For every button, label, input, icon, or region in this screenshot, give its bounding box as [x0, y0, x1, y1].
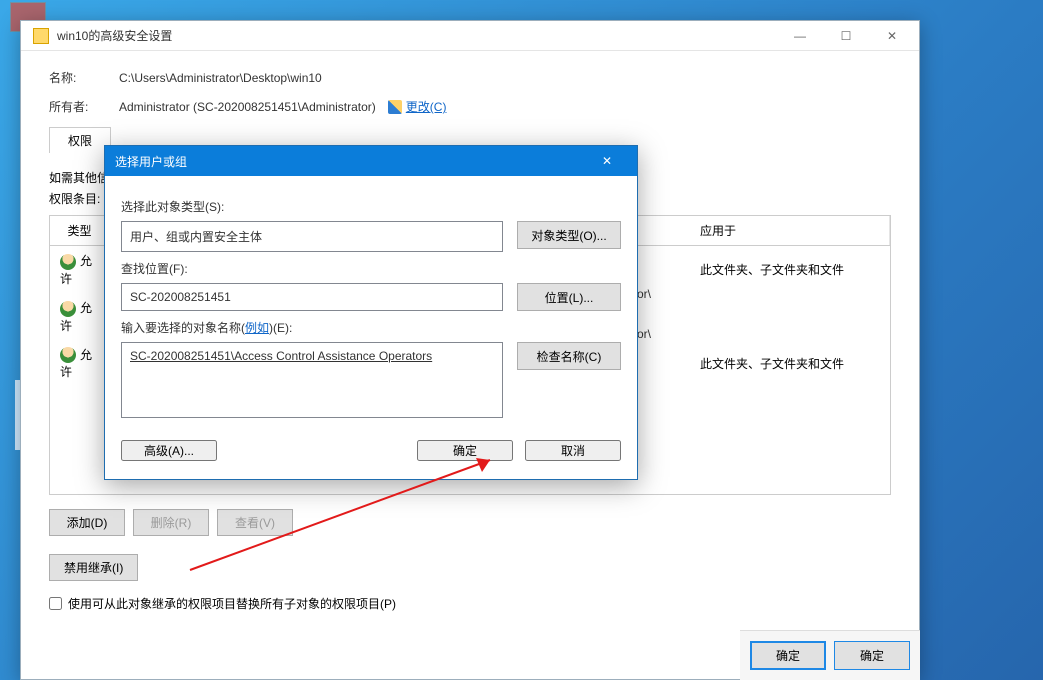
ok-button[interactable]: 确定: [750, 641, 826, 670]
object-names-label: 输入要选择的对象名称(例如)(E):: [121, 319, 621, 336]
user-icon: [60, 254, 76, 270]
owner-label: 所有者:: [49, 98, 119, 115]
perm-applyto: 此文件夹、子文件夹和文件: [690, 353, 890, 374]
replace-children-label: 使用可从此对象继承的权限项目替换所有子对象的权限项目(P): [68, 595, 396, 612]
window-title: win10的高级安全设置: [57, 27, 172, 44]
dialog-titlebar[interactable]: 选择用户或组 ✕: [105, 146, 637, 176]
window-footer: 确定 确定: [740, 630, 920, 680]
location-label: 查找位置(F):: [121, 260, 621, 277]
add-button[interactable]: 添加(D): [49, 509, 125, 536]
dialog-close-button[interactable]: ✕: [587, 146, 627, 176]
dialog-cancel-button[interactable]: 取消: [525, 440, 621, 461]
object-types-button[interactable]: 对象类型(O)...: [517, 221, 621, 249]
user-icon: [60, 301, 76, 317]
change-owner-link[interactable]: 更改(C): [406, 98, 447, 115]
minimize-button[interactable]: —: [777, 22, 823, 50]
folder-icon: [33, 28, 49, 44]
shield-icon: [388, 100, 402, 114]
names-label-post: )(E):: [269, 321, 292, 335]
locations-button[interactable]: 位置(L)...: [517, 283, 621, 311]
select-user-or-group-dialog: 选择用户或组 ✕ 选择此对象类型(S): 用户、组或内置安全主体 对象类型(O)…: [104, 145, 638, 480]
check-names-button[interactable]: 检查名称(C): [517, 342, 621, 370]
remove-button[interactable]: 删除(R): [133, 509, 209, 536]
user-icon: [60, 347, 76, 363]
dialog-title: 选择用户或组: [115, 153, 187, 170]
owner-value: Administrator (SC-202008251451\Administr…: [119, 100, 376, 114]
column-applyto[interactable]: 应用于: [690, 216, 890, 245]
perm-applyto: [690, 314, 890, 318]
name-label: 名称:: [49, 69, 119, 86]
maximize-button[interactable]: ☐: [823, 22, 869, 50]
disable-inherit-button[interactable]: 禁用继承(I): [49, 554, 138, 581]
titlebar[interactable]: win10的高级安全设置 — ☐ ✕: [21, 21, 919, 51]
names-label-pre: 输入要选择的对象名称(: [121, 321, 245, 335]
replace-children-checkbox[interactable]: [49, 597, 62, 610]
advanced-button[interactable]: 高级(A)...: [121, 440, 217, 461]
perm-applyto: 此文件夹、子文件夹和文件: [690, 259, 890, 280]
row-tail: or\: [637, 287, 651, 301]
row-tail: or\: [637, 327, 651, 341]
ok-button-2[interactable]: 确定: [834, 641, 910, 670]
close-button[interactable]: ✕: [869, 22, 915, 50]
example-link[interactable]: 例如: [245, 321, 269, 335]
location-field: SC-202008251451: [121, 283, 503, 311]
column-type[interactable]: 类型: [50, 216, 110, 245]
dialog-ok-button[interactable]: 确定: [417, 440, 513, 461]
object-type-field: 用户、组或内置安全主体: [121, 221, 503, 252]
view-button[interactable]: 查看(V): [217, 509, 293, 536]
name-value: C:\Users\Administrator\Desktop\win10: [119, 71, 322, 85]
object-type-label: 选择此对象类型(S):: [121, 198, 621, 215]
object-names-input[interactable]: SC-202008251451\Access Control Assistanc…: [121, 342, 503, 418]
tab-permissions[interactable]: 权限: [49, 127, 111, 153]
